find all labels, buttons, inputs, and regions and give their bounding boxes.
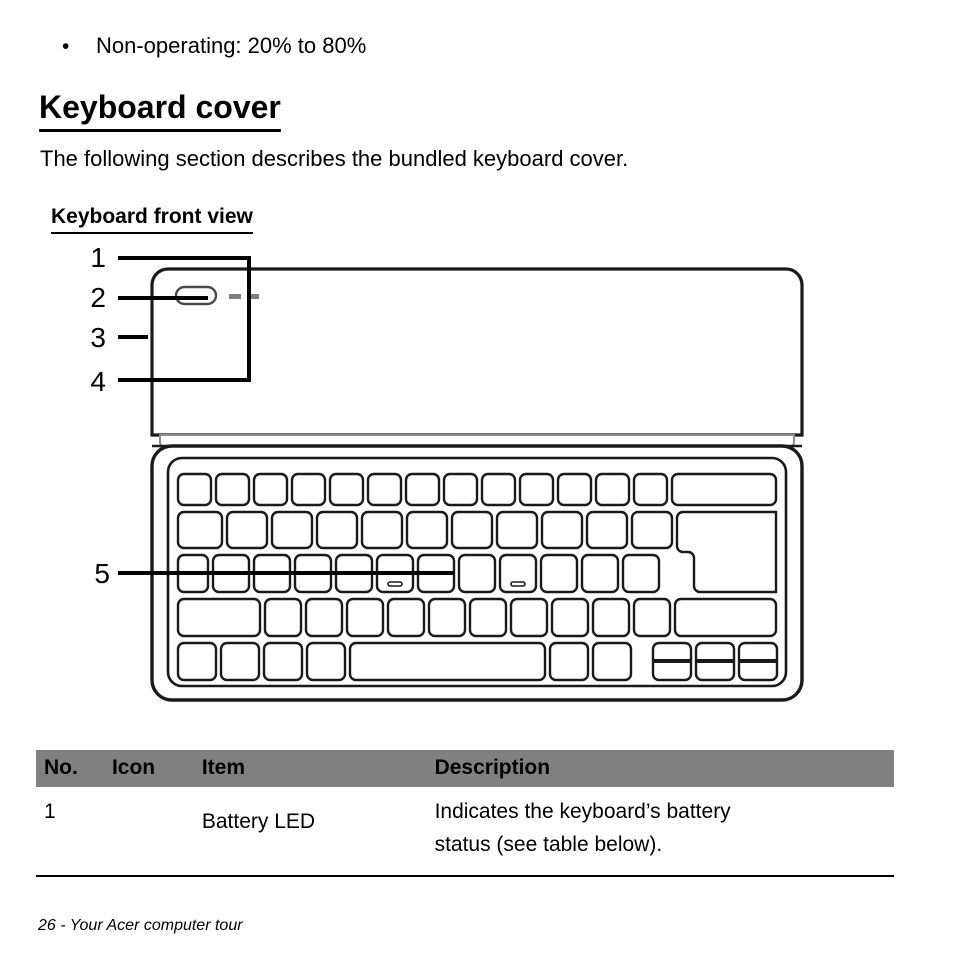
column-header-description: Description — [434, 750, 894, 787]
intro-paragraph: The following section describes the bund… — [40, 146, 629, 171]
document-page: • Non-operating: 20% to 80% Keyboard cov… — [0, 0, 954, 954]
cell-item: Battery LED — [201, 787, 435, 877]
page-footer: 26 - Your Acer computer tour — [38, 917, 243, 934]
cell-description: Indicates the keyboard’s battery status … — [434, 787, 894, 877]
description-line-2: status (see table below). — [434, 833, 663, 856]
callout-number-4: 4 — [90, 366, 106, 397]
table-header-row: No. Icon Item Description — [36, 750, 894, 787]
page-title: Keyboard cover — [39, 88, 281, 132]
battery-led-dash-left — [229, 294, 241, 299]
key-row-5 — [176, 641, 779, 682]
home-key-bump-f — [387, 581, 403, 587]
callout-number-5: 5 — [94, 558, 110, 589]
column-header-icon: Icon — [111, 750, 202, 787]
spacebar-key — [348, 641, 547, 682]
key-row-1 — [176, 472, 778, 507]
column-header-item: Item — [201, 750, 435, 787]
cell-icon — [111, 787, 202, 877]
callout-number-3: 3 — [90, 322, 106, 353]
keyboard-components-table: No. Icon Item Description 1 Battery LED … — [36, 750, 894, 877]
bullet-list-item: • Non-operating: 20% to 80% — [62, 32, 862, 61]
bullet-marker-icon: • — [62, 35, 70, 58]
callout-number-1: 1 — [90, 242, 106, 273]
home-key-bump-j — [510, 581, 526, 587]
description-line-1: Indicates the keyboard’s battery — [434, 800, 731, 823]
callout-number-2: 2 — [90, 282, 106, 313]
cell-no: 1 — [36, 787, 112, 877]
key-row-4 — [176, 597, 778, 638]
speaker-slot-icon — [174, 285, 218, 306]
column-header-no: No. — [36, 750, 112, 787]
keyboard-front-view-figure: 1 2 3 4 5 — [0, 230, 954, 720]
keyboard-illustration — [118, 256, 804, 702]
table-row: 1 Battery LED Indicates the keyboard’s b… — [36, 787, 894, 877]
bullet-item-text: Non-operating: 20% to 80% — [96, 33, 367, 58]
